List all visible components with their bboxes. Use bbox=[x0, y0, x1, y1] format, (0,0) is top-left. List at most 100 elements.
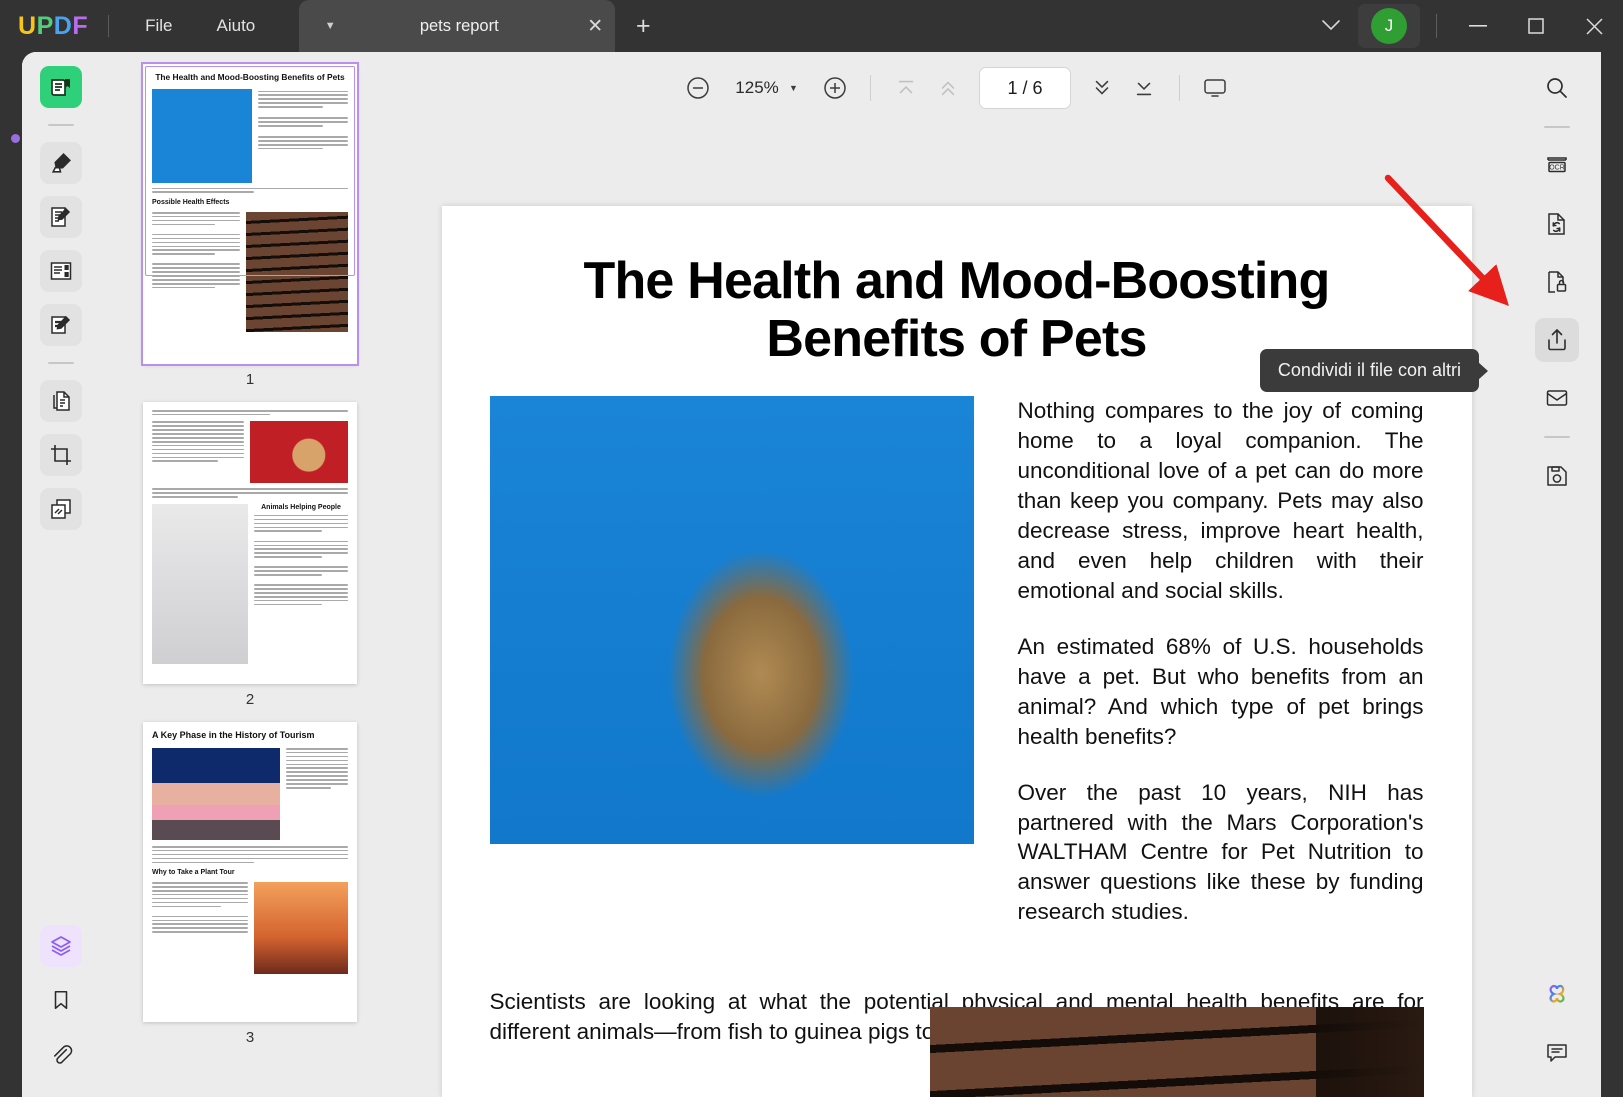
thumbnail-text-lines bbox=[286, 748, 348, 840]
thumbnail-item[interactable]: The Health and Mood-Boosting Benefits of… bbox=[100, 62, 400, 402]
comment-icon[interactable] bbox=[1535, 1031, 1579, 1075]
thumbnail-row bbox=[152, 88, 348, 183]
thumbnail-number: 2 bbox=[245, 691, 255, 708]
left-tool-rail bbox=[22, 52, 100, 1097]
page-indicator-label: 1 / 6 bbox=[1007, 77, 1043, 98]
thumbnail-image bbox=[250, 421, 348, 484]
bookmark-icon[interactable] bbox=[40, 979, 82, 1021]
thumbnail-panel[interactable]: The Health and Mood-Boosting Benefits of… bbox=[100, 52, 400, 1097]
thumbnail-row bbox=[152, 421, 348, 484]
email-icon[interactable] bbox=[1535, 376, 1579, 420]
sidebar-collapse-dot[interactable] bbox=[11, 134, 20, 143]
avatar: J bbox=[1371, 8, 1407, 44]
convert-pdf-icon[interactable] bbox=[40, 380, 82, 422]
thumbnail-text-lines-2 bbox=[152, 882, 248, 974]
thumbnail-text-lines-3 bbox=[254, 514, 348, 606]
logo-letter-d: D bbox=[53, 11, 73, 40]
logo-letter-u: U bbox=[18, 11, 37, 40]
thumbnail-number: 1 bbox=[245, 371, 255, 388]
first-page-icon[interactable] bbox=[885, 67, 927, 109]
crop-page-icon[interactable] bbox=[40, 434, 82, 476]
updf-logo: U P D F bbox=[18, 12, 88, 41]
window-controls-divider bbox=[1436, 14, 1437, 38]
thumbnail-image bbox=[152, 88, 252, 183]
edit-pdf-icon[interactable] bbox=[40, 196, 82, 238]
paragraph: Over the past 10 years, NIH has partnere… bbox=[1017, 779, 1424, 925]
thumbnail-item[interactable]: Animals Helping People 2 bbox=[100, 402, 400, 722]
share-icon[interactable] bbox=[1535, 318, 1579, 362]
thumbnail-page-1[interactable]: The Health and Mood-Boosting Benefits of… bbox=[141, 62, 359, 366]
menu-file[interactable]: File bbox=[123, 10, 194, 42]
logo-letter-p: P bbox=[36, 11, 54, 40]
layers-icon[interactable] bbox=[40, 925, 82, 967]
thumbnail-row-2 bbox=[152, 211, 348, 332]
minimize-icon[interactable] bbox=[1449, 0, 1507, 52]
thumbnail-text-lines bbox=[258, 89, 348, 183]
thumbnail-text-lines bbox=[152, 410, 348, 416]
chevron-down-icon[interactable]: ▼ bbox=[789, 83, 798, 93]
chevron-down-icon[interactable] bbox=[1308, 18, 1354, 35]
hero-image bbox=[489, 396, 974, 845]
paragraph: An estimated 68% of U.S. households have… bbox=[1017, 633, 1424, 749]
thumbnail-title: The Health and Mood-Boosting Benefits of… bbox=[155, 72, 345, 82]
compare-icon[interactable] bbox=[1535, 202, 1579, 246]
viewer-toolbar: 125% ▼ 1 / 6 bbox=[400, 52, 1513, 124]
previous-page-icon[interactable] bbox=[927, 67, 969, 109]
right-tool-rail: OCR bbox=[1513, 52, 1601, 1097]
thumbnail-row-2 bbox=[152, 882, 348, 975]
ocr-icon[interactable]: OCR bbox=[1535, 144, 1579, 188]
ai-assistant-icon[interactable] bbox=[1535, 973, 1579, 1017]
thumbnail-image-2 bbox=[246, 211, 348, 332]
toolbar-divider-2 bbox=[1178, 75, 1180, 101]
save-icon[interactable] bbox=[1535, 454, 1579, 498]
window-controls: J bbox=[1308, 0, 1623, 52]
chevron-down-icon[interactable]: ▼ bbox=[317, 20, 343, 32]
document-columns: Nothing compares to the joy of coming ho… bbox=[489, 396, 1424, 953]
batch-process-icon[interactable] bbox=[40, 488, 82, 530]
maximize-icon[interactable] bbox=[1507, 0, 1565, 52]
document-viewer: 125% ▼ 1 / 6 The Health and Mood-Boostin… bbox=[400, 52, 1513, 1097]
attachment-icon[interactable] bbox=[40, 1033, 82, 1075]
bottom-columns: Possible Health Effects Research on huma… bbox=[490, 1007, 1424, 1097]
close-icon[interactable]: ✕ bbox=[575, 15, 615, 38]
document-text-column: Nothing compares to the joy of coming ho… bbox=[1018, 396, 1424, 953]
menu-aiuto[interactable]: Aiuto bbox=[195, 10, 278, 42]
thumbnail-image bbox=[152, 748, 280, 840]
document-tab[interactable]: ▼ pets report ✕ bbox=[299, 0, 616, 52]
title-bar-divider bbox=[108, 15, 110, 37]
thumbnail-page-2[interactable]: Animals Helping People bbox=[143, 402, 357, 684]
account-button[interactable]: J bbox=[1358, 4, 1420, 48]
protect-document-icon[interactable] bbox=[1535, 260, 1579, 304]
last-page-icon[interactable] bbox=[1123, 67, 1165, 109]
thumbnail-page-3[interactable]: A Key Phase in the History of Tourism Wh… bbox=[143, 722, 357, 1022]
form-edit-icon[interactable] bbox=[40, 304, 82, 346]
zoom-in-icon[interactable] bbox=[814, 67, 856, 109]
rail-divider-2 bbox=[48, 362, 74, 364]
reader-mode-icon[interactable] bbox=[40, 66, 82, 108]
thumbnail-wide-lines bbox=[152, 846, 348, 864]
rail-divider bbox=[48, 124, 74, 126]
new-tab-button[interactable]: + bbox=[621, 12, 665, 41]
close-icon[interactable] bbox=[1565, 0, 1623, 52]
rrail-divider bbox=[1544, 126, 1570, 128]
thumbnail-wide-lines bbox=[152, 488, 348, 498]
zoom-level-label[interactable]: 125% bbox=[733, 78, 781, 98]
tab-title: pets report bbox=[419, 16, 499, 35]
next-page-icon[interactable] bbox=[1081, 67, 1123, 109]
page-scroll-area[interactable]: The Health and Mood-Boosting Benefits of… bbox=[400, 124, 1513, 1097]
page-indicator-input[interactable]: 1 / 6 bbox=[978, 67, 1071, 109]
app-inner: The Health and Mood-Boosting Benefits of… bbox=[22, 52, 1601, 1097]
logo-letter-f: F bbox=[72, 11, 89, 40]
present-mode-icon[interactable] bbox=[1194, 67, 1236, 109]
thumbnail-text-lines-2 bbox=[152, 421, 244, 483]
thumbnail-item[interactable]: A Key Phase in the History of Tourism Wh… bbox=[100, 722, 400, 1060]
toolbar-divider bbox=[869, 75, 871, 101]
secondary-image bbox=[929, 1007, 1424, 1097]
zoom-out-icon[interactable] bbox=[677, 67, 719, 109]
page-organize-icon[interactable] bbox=[40, 250, 82, 292]
thumbnail-row bbox=[152, 748, 348, 840]
share-tooltip: Condividi il file con altri bbox=[1259, 349, 1479, 392]
highlighter-icon[interactable] bbox=[40, 142, 82, 184]
search-icon[interactable] bbox=[1535, 66, 1579, 110]
thumbnail-row-2: Animals Helping People bbox=[152, 503, 348, 664]
